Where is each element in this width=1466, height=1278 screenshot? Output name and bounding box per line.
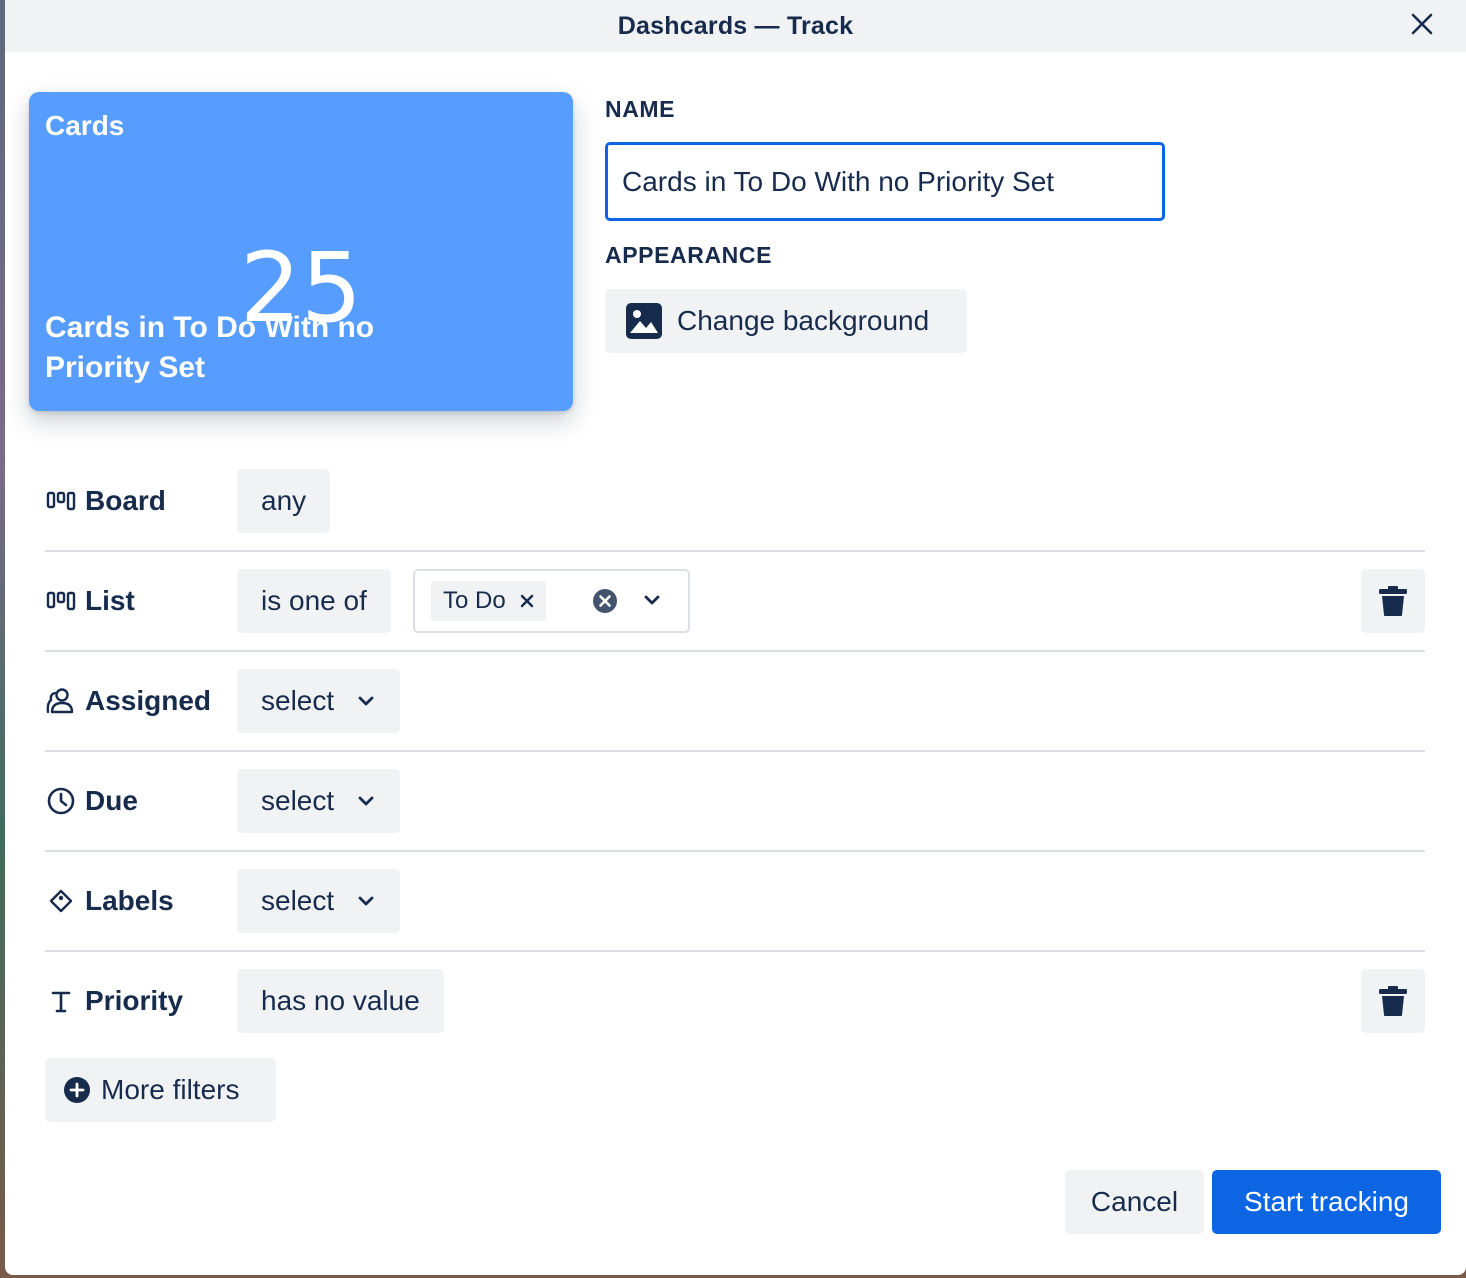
board-icon xyxy=(45,485,77,517)
filter-row-due: Due select xyxy=(45,752,1425,852)
preview-name: Cards in To Do With no Priority Set xyxy=(45,311,375,384)
start-tracking-button[interactable]: Start tracking xyxy=(1212,1170,1441,1234)
labels-select[interactable]: select xyxy=(237,869,401,933)
filter-label-assigned: Assigned xyxy=(45,669,211,733)
tag-icon xyxy=(45,885,77,917)
list-multi-select[interactable]: To Do xyxy=(413,569,690,633)
more-filters-button[interactable]: More filters xyxy=(45,1058,276,1122)
more-filters-label: More filters xyxy=(101,1074,240,1105)
assigned-value: select xyxy=(261,685,335,716)
due-select[interactable]: select xyxy=(237,769,401,833)
chevron-down-icon[interactable] xyxy=(641,589,663,611)
list-operator-chip[interactable]: is one of xyxy=(237,569,391,633)
filter-label-text: Board xyxy=(85,485,166,516)
change-background-label: Change background xyxy=(677,305,930,336)
filter-label-labels: Labels xyxy=(45,869,174,933)
trash-icon xyxy=(1379,986,1407,1016)
chevron-down-icon xyxy=(356,891,376,911)
trash-icon xyxy=(1379,586,1407,616)
filter-row-board: Board any xyxy=(45,452,1425,552)
labels-value: select xyxy=(261,885,335,916)
priority-value: has no value xyxy=(261,985,420,1016)
cancel-button[interactable]: Cancel xyxy=(1065,1170,1204,1234)
name-input[interactable] xyxy=(605,142,1165,221)
assigned-select[interactable]: select xyxy=(237,669,401,733)
users-icon xyxy=(45,685,77,717)
list-operator: is one of xyxy=(261,585,367,616)
delete-priority-filter-button[interactable] xyxy=(1361,969,1425,1033)
selected-tag: To Do xyxy=(431,581,546,621)
list-icon xyxy=(45,585,77,617)
close-icon xyxy=(1411,13,1433,35)
change-background-button[interactable]: Change background xyxy=(605,289,967,353)
filter-label-priority: Priority xyxy=(45,969,183,1033)
selected-tag-label: To Do xyxy=(443,587,506,614)
dialog-header: Dashcards — Track xyxy=(5,0,1466,52)
filter-label-text: Due xyxy=(85,785,138,816)
close-button[interactable] xyxy=(1402,4,1442,44)
text-field-icon xyxy=(45,985,77,1017)
track-dialog: Dashcards — Track Cards 25 Cards in To D… xyxy=(5,0,1466,1275)
clock-icon xyxy=(45,785,77,817)
delete-list-filter-button[interactable] xyxy=(1361,569,1425,633)
clear-selection-icon[interactable] xyxy=(591,587,619,615)
filter-row-labels: Labels select xyxy=(45,852,1425,952)
board-value: any xyxy=(261,485,307,516)
remove-tag-icon[interactable] xyxy=(520,594,534,608)
plus-circle-icon xyxy=(63,1076,91,1104)
preview-type-label: Cards xyxy=(45,110,125,141)
chevron-down-icon xyxy=(356,791,376,811)
filter-label-list: List xyxy=(45,569,135,633)
filter-label-due: Due xyxy=(45,769,138,833)
dialog-title: Dashcards — Track xyxy=(617,11,854,40)
image-icon xyxy=(625,302,663,340)
name-label: NAME xyxy=(605,96,676,122)
filter-label-text: List xyxy=(85,585,135,616)
dashcard-preview: Cards 25 Cards in To Do With no Priority… xyxy=(29,92,573,411)
appearance-label: APPEARANCE xyxy=(605,242,773,268)
filter-label-text: Assigned xyxy=(85,685,212,716)
filter-row-list: List is one of To Do xyxy=(45,552,1425,652)
filter-label-board: Board xyxy=(45,469,166,533)
board-value-chip[interactable]: any xyxy=(237,469,331,533)
due-value: select xyxy=(261,785,335,816)
filter-label-text: Priority xyxy=(85,985,184,1016)
filter-row-assigned: Assigned select xyxy=(45,652,1425,752)
filter-label-text: Labels xyxy=(85,885,174,916)
chevron-down-icon xyxy=(356,691,376,711)
filter-row-priority: Priority has no value xyxy=(45,952,1425,1042)
priority-value-chip[interactable]: has no value xyxy=(237,969,444,1033)
